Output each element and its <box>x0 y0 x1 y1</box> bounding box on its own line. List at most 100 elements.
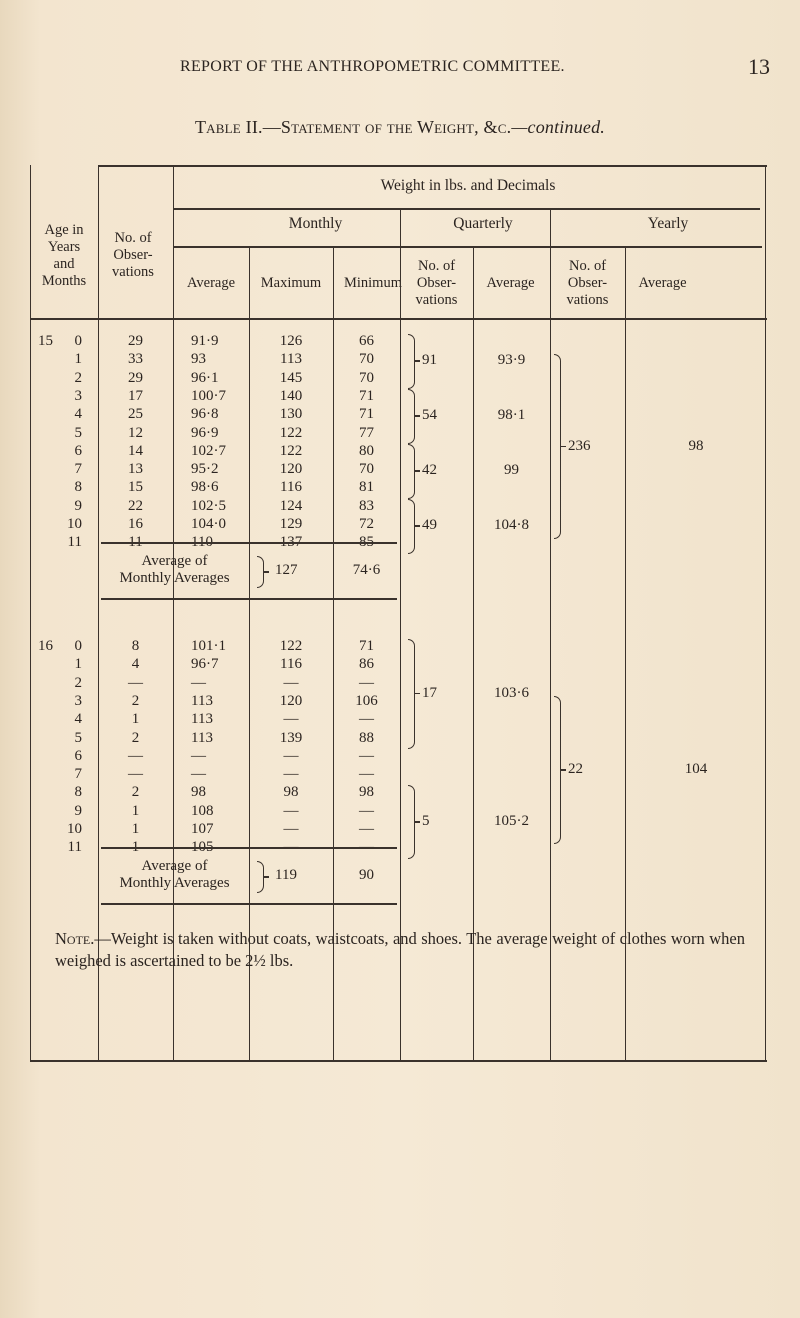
minimum-cell: — <box>359 821 374 837</box>
maximum-cell: 113 <box>280 351 302 368</box>
table-bottom-rule <box>30 1060 767 1062</box>
average-cell: — <box>191 747 206 764</box>
quarterly-brace-tip <box>414 692 420 695</box>
summary-rule <box>101 847 397 849</box>
observations-cell: 14 <box>128 442 143 459</box>
average-cell: 100·7 <box>191 387 226 404</box>
age-month: 2 <box>74 369 83 386</box>
minimum-cell: 80 <box>359 442 374 459</box>
quarterly-brace-tip <box>414 415 420 417</box>
age-month: 7 <box>74 766 83 783</box>
header-quarterly-observations: No. of Obser-vations <box>415 258 458 308</box>
observations-cell: 1 <box>131 802 140 819</box>
age-month: 3 <box>74 387 83 404</box>
maximum-cell: 122 <box>279 638 303 654</box>
caption-dash: — <box>262 117 281 137</box>
average-cell: 95·2 <box>191 461 219 478</box>
age-month: 6 <box>74 442 83 459</box>
minimum-cell: 77 <box>359 424 374 441</box>
minimum-cell: — <box>359 674 374 691</box>
minimum-cell: 98 <box>359 784 374 801</box>
note-lead: Note. <box>55 929 95 948</box>
average-cell: 96·7 <box>191 656 219 673</box>
minimum-cell: 71 <box>359 387 374 404</box>
yearly-observations: 236 <box>568 437 591 454</box>
observations-cell: 1 <box>131 711 140 728</box>
minimum-cell: 72 <box>359 516 374 532</box>
observations-cell: 17 <box>128 387 143 404</box>
average-cell: 113 <box>191 692 213 709</box>
age-month: 11 <box>67 839 82 856</box>
header-yearly: Yearly <box>647 215 689 232</box>
maximum-cell: 145 <box>279 369 303 386</box>
maximum-cell: 120 <box>279 461 303 478</box>
average-cell: 93 <box>191 351 206 368</box>
age-month: 5 <box>74 424 83 441</box>
header-rule-2 <box>173 246 762 248</box>
average-cell: — <box>191 766 206 783</box>
average-cell: 101·1 <box>191 638 226 654</box>
age-month: 1 <box>74 656 83 673</box>
minimum-cell: 88 <box>359 729 374 746</box>
age-month: 9 <box>74 497 83 514</box>
observations-cell: 2 <box>131 784 140 801</box>
summary-maximum: 127 <box>275 562 298 578</box>
quarterly-average: 99 <box>504 462 519 479</box>
quarterly-average: 98·1 <box>497 407 526 424</box>
minimum-cell: 70 <box>359 461 374 478</box>
quarterly-brace-tip <box>414 525 420 527</box>
average-cell: 113 <box>191 729 213 746</box>
observations-cell: 12 <box>128 424 143 441</box>
maximum-cell: 98 <box>283 784 299 801</box>
header-bottom-rule <box>30 318 767 320</box>
age-month: 11 <box>67 534 82 551</box>
footnote: Note.—Weight is taken without coats, wai… <box>55 928 745 972</box>
maximum-cell: 130 <box>279 406 303 423</box>
observations-cell: — <box>128 747 143 764</box>
quarterly-average: 103·6 <box>494 684 529 701</box>
observations-cell: — <box>128 766 143 783</box>
observations-cell: 13 <box>128 461 143 478</box>
yearly-average: 98 <box>688 437 704 454</box>
running-head-title: REPORT OF THE ANTHROPOMETRIC COMMITTEE. <box>180 58 565 75</box>
average-cell: 98·6 <box>191 479 219 496</box>
minimum-cell: — <box>359 802 374 819</box>
average-cell: 102·7 <box>191 442 226 459</box>
running-head: REPORT OF THE ANTHROPOMETRIC COMMITTEE. … <box>0 54 800 82</box>
quarterly-brace-tip <box>414 360 420 363</box>
quarterly-observations: 5 <box>422 813 430 829</box>
table-top-rule <box>98 165 767 167</box>
average-cell: 113 <box>191 711 213 728</box>
observations-cell: 25 <box>128 406 143 423</box>
average-cell: 107 <box>191 821 214 837</box>
minimum-cell: 70 <box>359 351 374 368</box>
age-month: 4 <box>74 406 83 423</box>
maximum-cell: 139 <box>279 729 303 746</box>
age-month: 10 <box>67 516 82 532</box>
summary-minimum: 74·6 <box>352 562 381 578</box>
maximum-cell: 122 <box>279 424 303 441</box>
age-month: 6 <box>74 747 83 764</box>
quarterly-brace-tip <box>414 821 420 823</box>
average-cell: 104·0 <box>191 516 226 532</box>
average-cell: 91·9 <box>191 333 219 349</box>
quarterly-observations: 91 <box>422 352 437 369</box>
maximum-cell: — <box>283 821 299 837</box>
col-rule <box>30 165 32 1060</box>
observations-cell: 29 <box>128 333 143 349</box>
table-caption: Table II.—Statement of the Weight, &c.—c… <box>0 117 800 138</box>
observations-cell: 22 <box>128 497 143 514</box>
minimum-cell: 71 <box>359 406 374 423</box>
quarterly-observations: 49 <box>422 517 437 534</box>
col-rule <box>765 165 767 1060</box>
col-rule <box>173 165 175 1060</box>
minimum-cell: — <box>359 766 374 783</box>
age-month: 0 <box>74 333 83 349</box>
summary-label-line-1: Average of <box>141 553 208 569</box>
age-month: 7 <box>74 461 83 478</box>
average-cell: — <box>191 674 206 691</box>
summary-brace-tip <box>263 876 269 878</box>
summary-rule <box>101 598 397 600</box>
age-month: 0 <box>74 638 83 654</box>
summary-label-line-2: Monthly Averages <box>119 570 230 586</box>
